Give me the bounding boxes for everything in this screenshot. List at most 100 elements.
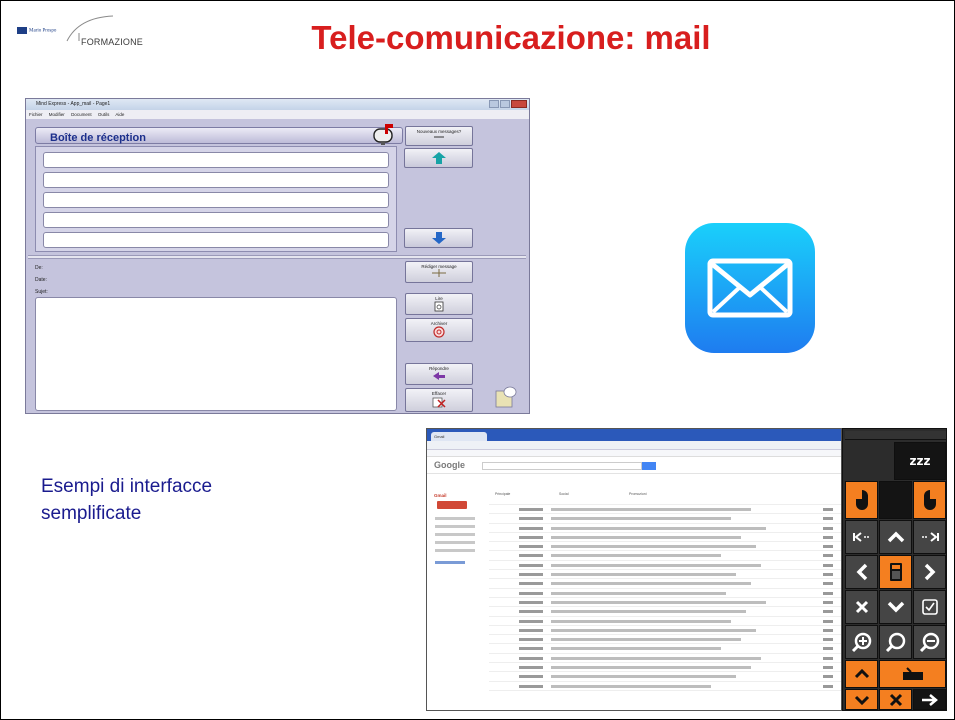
sidebar-item[interactable] — [435, 517, 475, 520]
message-row[interactable] — [43, 232, 389, 248]
email-row[interactable] — [489, 607, 841, 617]
zoom-in-button[interactable] — [845, 625, 878, 659]
email-row[interactable] — [489, 551, 841, 561]
email-row[interactable] — [489, 524, 841, 533]
address-bar[interactable] — [427, 441, 841, 450]
up-button[interactable] — [879, 520, 912, 554]
scroll-down-button[interactable] — [404, 228, 473, 248]
compose-button[interactable] — [437, 501, 467, 509]
email-row[interactable] — [489, 505, 841, 515]
email-row[interactable] — [489, 663, 841, 673]
mouse-right-icon — [923, 490, 936, 510]
home-button[interactable] — [845, 520, 878, 554]
email-sender-placeholder — [519, 610, 543, 614]
logo-brand-text: Mario Prospo — [29, 28, 57, 34]
end-button[interactable] — [913, 520, 946, 554]
menu-aide[interactable]: Aide — [115, 112, 124, 117]
delete-button[interactable]: Effacer — [405, 388, 473, 412]
email-row[interactable] — [489, 542, 841, 552]
scroll-up-button[interactable] — [404, 148, 473, 168]
google-logo: Google — [434, 460, 465, 470]
email-row[interactable] — [489, 682, 841, 691]
minimize-button[interactable] — [489, 100, 499, 108]
zoom-out-button[interactable] — [913, 625, 946, 659]
chevron-up-small-icon — [854, 669, 869, 679]
email-date-placeholder — [823, 526, 833, 530]
email-sender-placeholder — [519, 554, 543, 558]
gmail-inbox: Principale Social Promozioni — [489, 477, 841, 691]
confirm-button[interactable] — [913, 590, 946, 624]
window-titlebar: Mind Express - App_mail - Page1 — [26, 99, 529, 110]
message-row[interactable] — [43, 172, 389, 188]
chevron-up-icon — [887, 531, 904, 543]
menu-document[interactable]: Document — [71, 112, 92, 117]
email-subject-placeholder — [551, 582, 751, 586]
message-body[interactable] — [35, 297, 397, 411]
scroll-down-button[interactable] — [845, 689, 878, 710]
email-date-placeholder — [823, 666, 833, 670]
email-row[interactable] — [489, 617, 841, 626]
cancel-button[interactable] — [845, 590, 878, 624]
gmail-search-input[interactable] — [482, 462, 642, 470]
email-date-placeholder — [823, 684, 833, 688]
drag-button[interactable] — [879, 660, 946, 688]
left-button[interactable] — [845, 555, 878, 589]
keyboard-button[interactable] — [879, 555, 912, 589]
down-button[interactable] — [879, 590, 912, 624]
compose-button[interactable]: Rédiger message — [405, 261, 473, 283]
gmail-label[interactable]: Gmail — [434, 493, 447, 498]
separator — [28, 255, 526, 259]
message-row[interactable] — [43, 212, 389, 228]
tab-principale[interactable]: Principale — [495, 492, 510, 502]
sidebar-item[interactable] — [435, 549, 475, 552]
zzz-icon: zzz — [909, 454, 931, 468]
caption: Esempi di interfacce semplificate — [41, 473, 341, 527]
check-new-messages-button[interactable]: Nouveaux messages? — [405, 126, 473, 146]
sidebar-item[interactable] — [435, 525, 475, 528]
scroll-up-button[interactable] — [845, 660, 878, 688]
email-row[interactable] — [489, 672, 841, 682]
email-date-placeholder — [823, 656, 833, 660]
email-row[interactable] — [489, 598, 841, 608]
email-row[interactable] — [489, 644, 841, 654]
tab-promozioni[interactable]: Promozioni — [629, 492, 647, 502]
email-row[interactable] — [489, 635, 841, 645]
read-button[interactable]: Lire — [405, 293, 473, 315]
sidebar-item-user[interactable] — [435, 561, 465, 564]
email-row[interactable] — [489, 579, 841, 589]
right-click-button[interactable] — [913, 481, 946, 519]
stop-button[interactable] — [879, 689, 912, 710]
email-row[interactable] — [489, 654, 841, 664]
email-row[interactable] — [489, 514, 841, 524]
right-button[interactable] — [913, 555, 946, 589]
speech-bubble-icon[interactable] — [495, 386, 517, 408]
email-row[interactable] — [489, 533, 841, 543]
menu-outils[interactable]: Outils — [98, 112, 110, 117]
sidebar-item[interactable] — [435, 541, 475, 544]
maximize-button[interactable] — [500, 100, 510, 108]
message-row[interactable] — [43, 192, 389, 208]
email-row[interactable] — [489, 589, 841, 598]
email-row[interactable] — [489, 561, 841, 571]
sleep-button[interactable]: zzz — [894, 442, 946, 480]
browser-tab[interactable]: Gmail — [431, 432, 487, 441]
email-row[interactable] — [489, 626, 841, 636]
menu-modifier[interactable]: Modifier — [49, 112, 65, 117]
email-date-placeholder — [823, 573, 833, 577]
search-icon[interactable] — [642, 462, 656, 470]
message-row[interactable] — [43, 152, 389, 168]
tab-social[interactable]: Social — [559, 492, 569, 502]
menu-fichier[interactable]: Fichier — [29, 112, 43, 117]
center-button[interactable] — [879, 481, 912, 519]
close-button[interactable] — [511, 100, 527, 108]
sidebar-item[interactable] — [435, 533, 475, 536]
email-subject-placeholder — [551, 610, 746, 614]
email-row[interactable] — [489, 570, 841, 580]
left-click-button[interactable] — [845, 481, 878, 519]
next-button[interactable] — [913, 689, 946, 710]
email-sender-placeholder — [519, 508, 543, 511]
archive-button[interactable]: Archiver — [405, 318, 473, 342]
reply-button[interactable]: Répondre — [405, 363, 473, 385]
search-button[interactable] — [879, 625, 912, 659]
email-sender-placeholder — [519, 666, 543, 670]
